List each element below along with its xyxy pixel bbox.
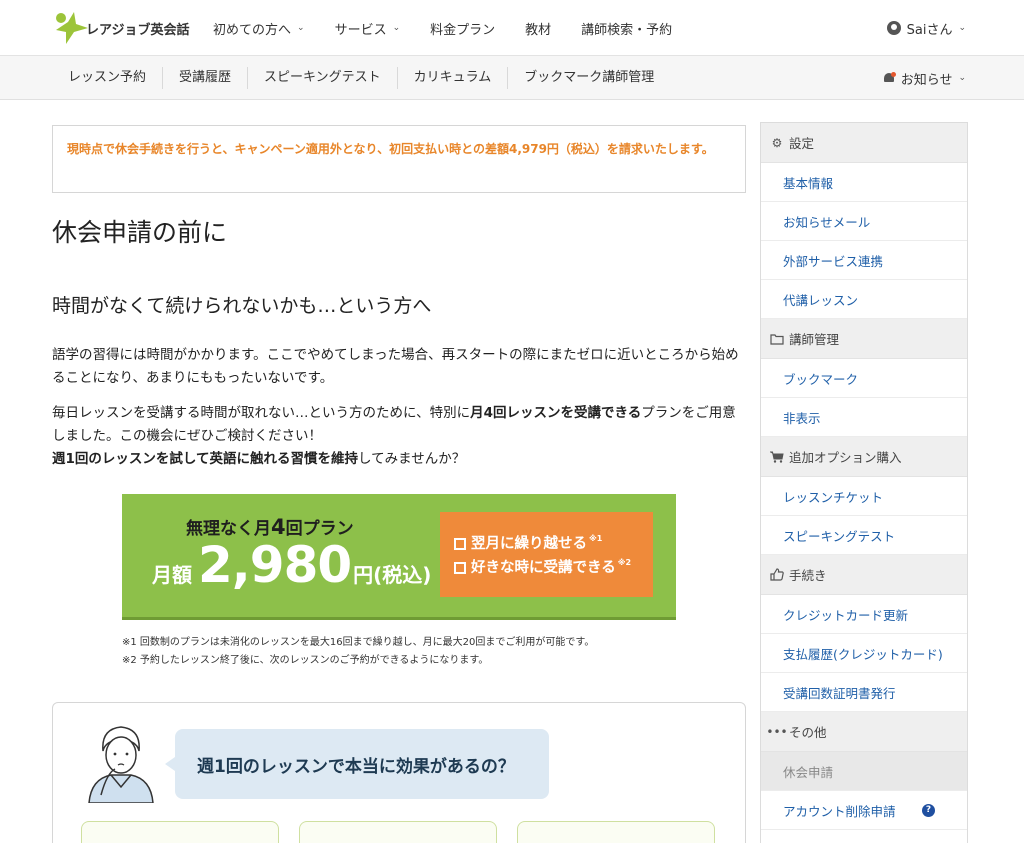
help-icon[interactable]: ? bbox=[922, 804, 935, 817]
offer-text: してみませんか？ bbox=[358, 451, 466, 467]
feature-carry-over: 翌月に繰り越せる ※1 bbox=[454, 532, 653, 556]
gear-icon: ⚙ bbox=[771, 135, 783, 150]
sidebar-item-basic-info[interactable]: 基本情報 bbox=[761, 163, 967, 202]
intro-paragraph: 語学の習得には時間がかかります。ここでやめてしまった場合、再スタートの際にまたゼ… bbox=[52, 347, 739, 386]
thinking-person-illustration bbox=[88, 726, 154, 803]
feature-text: 翌月に繰り越せる bbox=[471, 536, 587, 552]
nav-label: 教材 bbox=[525, 22, 552, 38]
sidebar-section-other: ••• その他 bbox=[761, 712, 967, 752]
subnav-lesson-history[interactable]: 受講履歴 bbox=[163, 67, 249, 89]
sidebar-item-attendance-certificate[interactable]: 受講回数証明書発行 bbox=[761, 673, 967, 712]
bell-icon bbox=[883, 71, 896, 85]
settings-sidebar: ⚙ 設定 基本情報 お知らせメール 外部サービス連携 代講レッスン 講師管理 ブ… bbox=[760, 122, 968, 843]
plan-banner[interactable]: 無理なく月4回プラン 月額 2,980 円(税込) 翌月に繰り越せる ※1 好き… bbox=[122, 494, 676, 620]
sidebar-section-title: 追加オプション購入 bbox=[789, 450, 902, 465]
sidebar-item-payment-history[interactable]: 支払履歴(クレジットカード) bbox=[761, 634, 967, 673]
benefit-card bbox=[517, 821, 715, 843]
notifications-label: お知らせ bbox=[900, 72, 953, 88]
sub-nav: レッスン予約 受講履歴 スピーキングテスト カリキュラム ブックマーク講師管理 bbox=[52, 56, 670, 100]
chevron-down-icon: ⌄ bbox=[958, 23, 966, 33]
sidebar-section-title: 設定 bbox=[789, 136, 815, 151]
sidebar-item-notification-mail[interactable]: お知らせメール bbox=[761, 202, 967, 241]
chevron-down-icon: ⌄ bbox=[392, 23, 401, 33]
sidebar-section-procedures: 手続き bbox=[761, 555, 967, 595]
price-value: 2,980 bbox=[198, 536, 352, 594]
feature-text: 好きな時に受講できる bbox=[471, 560, 616, 576]
footnote-mark: ※2 bbox=[617, 558, 632, 567]
nav-item-service[interactable]: サービス ⌄ bbox=[335, 19, 401, 38]
sidebar-section-title: 手続き bbox=[789, 568, 827, 583]
user-icon bbox=[886, 21, 901, 35]
campaign-alert: 現時点で休会手続きを行うと、キャンペーン適用外となり、初回支払い時との差額4,9… bbox=[52, 125, 746, 193]
section-title: 時間がなくて続けられないかも…という方へ bbox=[52, 295, 432, 317]
folder-icon bbox=[770, 332, 784, 346]
rarejob-logo[interactable]: レアジョブ英会話 bbox=[52, 8, 189, 48]
banner-price: 月額 2,980 円(税込) bbox=[152, 536, 431, 594]
speech-bubble: 週1回のレッスンで本当に効果があるの？ bbox=[165, 729, 549, 799]
offer-highlight: 週1回のレッスンを試して英語に触れる習慣を維持 bbox=[52, 451, 358, 467]
faq-question: 週1回のレッスンで本当に効果があるの？ bbox=[197, 756, 515, 777]
nav-label: 講師検索・予約 bbox=[581, 22, 673, 38]
cart-icon bbox=[770, 450, 784, 464]
chevron-down-icon: ⌄ bbox=[958, 73, 966, 83]
main-content: 現時点で休会手続きを行うと、キャンペーン適用外となり、初回支払い時との差額4,9… bbox=[52, 125, 746, 471]
sidebar-section-title: 講師管理 bbox=[789, 332, 840, 347]
nav-item-pricing[interactable]: 料金プラン bbox=[430, 19, 495, 38]
subnav-speaking-test[interactable]: スピーキングテスト bbox=[248, 67, 398, 89]
nav-item-tutor-search[interactable]: 講師検索・予約 bbox=[581, 19, 672, 38]
sidebar-item-account-deletion[interactable]: アカウント削除申請 ? bbox=[761, 791, 967, 830]
banner-features: 翌月に繰り越せる ※1 好きな時に受講できる ※2 bbox=[440, 512, 653, 597]
user-menu[interactable]: Saiさん ⌄ bbox=[886, 0, 966, 56]
sidebar-item-suspension-request[interactable]: 休会申請 bbox=[761, 752, 967, 791]
sidebar-item-hidden[interactable]: 非表示 bbox=[761, 398, 967, 437]
benefit-card bbox=[299, 821, 497, 843]
sub-header: レッスン予約 受講履歴 スピーキングテスト カリキュラム ブックマーク講師管理 … bbox=[0, 56, 1024, 100]
top-header: レアジョブ英会話 初めての方へ ⌄ サービス ⌄ 料金プラン 教材 講師検索・予約 … bbox=[0, 0, 1024, 56]
price-label: 月額 bbox=[152, 563, 192, 587]
feature-anytime: 好きな時に受講できる ※2 bbox=[454, 556, 653, 580]
chevron-down-icon: ⌄ bbox=[297, 23, 305, 33]
price-unit: 円(税込) bbox=[353, 563, 432, 587]
logo-text: レアジョブ英会話 bbox=[86, 23, 190, 38]
footnote-1: ※1 回数制のプランは未消化のレッスンを最大16回まで繰り越し、月に最大20回ま… bbox=[122, 637, 595, 648]
notifications-menu[interactable]: お知らせ ⌄ bbox=[883, 56, 966, 100]
footnote-mark: ※1 bbox=[589, 534, 603, 543]
nav-item-first-time[interactable]: 初めての方へ ⌄ bbox=[213, 19, 305, 38]
main-nav: 初めての方へ ⌄ サービス ⌄ 料金プラン 教材 講師検索・予約 bbox=[213, 0, 702, 56]
offer-paragraph: 毎日レッスンを受講する時間が取れない…という方のために、特別に月4回レッスンを受… bbox=[52, 402, 746, 471]
sidebar-item-speaking-test[interactable]: スピーキングテスト bbox=[761, 516, 967, 555]
footnote-2: ※2 予約したレッスン終了後に、次のレッスンのご予約ができるようになります。 bbox=[122, 655, 489, 666]
page-title: 休会申請の前に bbox=[52, 218, 228, 247]
benefit-card bbox=[81, 821, 279, 843]
subnav-curriculum[interactable]: カリキュラム bbox=[398, 67, 509, 89]
thumbs-up-icon bbox=[770, 568, 784, 582]
subnav-bookmark-tutors[interactable]: ブックマーク講師管理 bbox=[508, 67, 670, 89]
faq-card: 週1回のレッスンで本当に効果があるの？ bbox=[52, 702, 746, 843]
sidebar-item-label: アカウント削除申請 bbox=[783, 803, 896, 819]
nav-label: サービス bbox=[334, 22, 387, 38]
offer-highlight: 月4回レッスンを受講できる bbox=[470, 405, 642, 421]
sidebar-item-lesson-ticket[interactable]: レッスンチケット bbox=[761, 477, 967, 516]
sidebar-section-title: その他 bbox=[789, 725, 827, 740]
nav-item-materials[interactable]: 教材 bbox=[525, 19, 551, 38]
sidebar-section-tutor-management: 講師管理 bbox=[761, 319, 967, 359]
sidebar-item-credit-card-update[interactable]: クレジットカード更新 bbox=[761, 595, 967, 634]
sidebar-section-options: 追加オプション購入 bbox=[761, 437, 967, 477]
sidebar-item-bookmark[interactable]: ブックマーク bbox=[761, 359, 967, 398]
offer-text: 毎日レッスンを受講する時間が取れない…という方のために、特別に bbox=[52, 405, 471, 421]
ellipsis-icon: ••• bbox=[766, 724, 788, 739]
sidebar-section-settings: ⚙ 設定 bbox=[761, 123, 967, 163]
subnav-lesson-reservation[interactable]: レッスン予約 bbox=[52, 67, 164, 89]
sidebar-item-external-services[interactable]: 外部サービス連携 bbox=[761, 241, 967, 280]
user-name: Saiさん bbox=[906, 22, 953, 38]
sidebar-item-substitute-lesson[interactable]: 代講レッスン bbox=[761, 280, 967, 319]
nav-label: 料金プラン bbox=[430, 22, 496, 38]
checkbox-icon bbox=[454, 562, 466, 574]
checkbox-icon bbox=[454, 538, 466, 550]
nav-label: 初めての方へ bbox=[213, 22, 292, 38]
